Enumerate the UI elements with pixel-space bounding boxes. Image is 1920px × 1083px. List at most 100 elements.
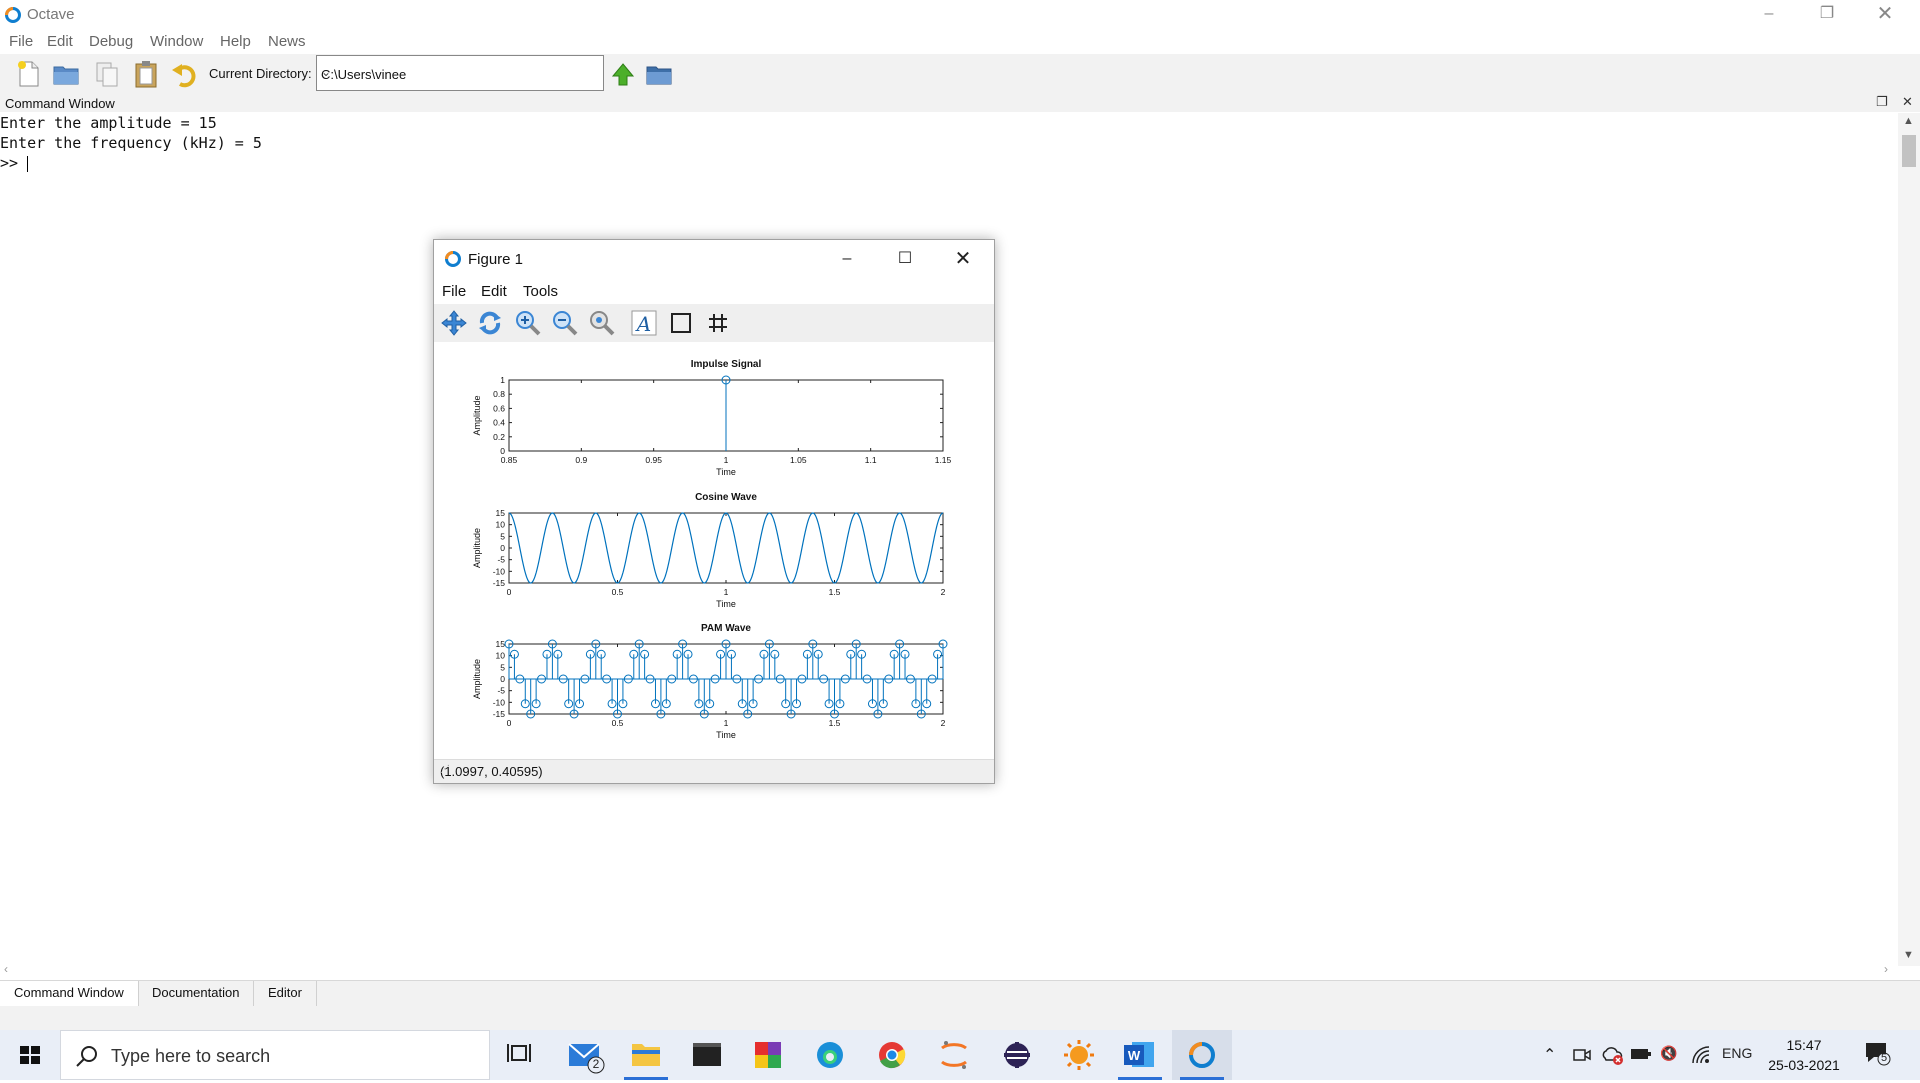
meet-now-icon[interactable] [1572, 1045, 1592, 1065]
scroll-down-icon[interactable]: ▼ [1903, 949, 1914, 961]
y-tick-label: 5 [500, 662, 505, 672]
menu-help[interactable]: Help [220, 33, 251, 50]
battery-icon[interactable] [1630, 1047, 1652, 1061]
close-pane-icon[interactable]: ✕ [1902, 94, 1913, 110]
office-app-icon[interactable] [738, 1030, 798, 1080]
edge-browser-icon[interactable] [800, 1030, 860, 1080]
volume-muted-icon[interactable]: 🔇 [1660, 1045, 1677, 1062]
task-view-icon[interactable] [490, 1030, 550, 1080]
x-axis-label: Time [716, 599, 736, 609]
main-toolbar: Current Directory: C:\Users\vinee ⌄ [0, 54, 1920, 94]
svg-text:W: W [1128, 1048, 1141, 1063]
console-line: Enter the frequency (kHz) = 5 [0, 134, 262, 152]
x-tick-label: 0.95 [645, 455, 662, 465]
figure-close-button[interactable]: ✕ [934, 240, 992, 278]
menu-file[interactable]: File [9, 33, 33, 50]
taskbar-word-app[interactable]: W [1110, 1030, 1170, 1080]
tab-editor[interactable]: Editor [254, 981, 317, 1006]
insert-text-icon[interactable]: A [630, 309, 658, 337]
taskbar-mail-app[interactable]: 2 [556, 1030, 616, 1080]
menu-debug[interactable]: Debug [89, 33, 133, 50]
x-axis-label: Time [716, 467, 736, 477]
tab-documentation[interactable]: Documentation [138, 981, 255, 1006]
undo-icon[interactable] [168, 58, 200, 90]
x-tick-label: 0.85 [501, 455, 518, 465]
browse-folder-icon[interactable] [643, 58, 675, 90]
tab-command-window[interactable]: Command Window [0, 981, 139, 1006]
wifi-icon[interactable] [1690, 1044, 1712, 1066]
clock-time: 15:47 [1786, 1037, 1822, 1053]
figure-toolbar: A [434, 304, 994, 342]
figure-titlebar: Figure 1 – ☐ ✕ [434, 240, 994, 278]
pan-icon[interactable] [440, 309, 468, 337]
figure-maximize-button[interactable]: ☐ [876, 240, 934, 278]
copy-icon[interactable] [91, 58, 123, 90]
taskbar-octave-app[interactable] [1172, 1030, 1232, 1080]
figure-menu-file[interactable]: File [442, 283, 466, 300]
current-directory-select[interactable]: C:\Users\vinee ⌄ [316, 55, 604, 91]
scroll-left-icon[interactable]: ‹ [4, 962, 8, 976]
vertical-scrollbar[interactable]: ▲ ▼ [1898, 113, 1920, 966]
y-tick-label: 0 [500, 446, 505, 456]
figure-title: Figure 1 [468, 251, 524, 268]
grid-icon[interactable] [704, 309, 732, 337]
y-tick-label: -10 [493, 566, 506, 576]
horizontal-scrollbar[interactable]: ‹ › [0, 962, 1898, 978]
paste-icon[interactable] [130, 58, 162, 90]
taskbar-search-box[interactable]: Type here to search [60, 1030, 490, 1080]
auto-zoom-icon[interactable] [588, 309, 616, 337]
resize-grip-icon[interactable]: ⋰ [440, 764, 991, 781]
windows-start-icon[interactable] [0, 1030, 60, 1080]
eclipse-ide-icon[interactable] [987, 1030, 1047, 1080]
menu-window[interactable]: Window [150, 33, 203, 50]
plot-area[interactable]: Impulse Signal 0.85 0.9 0.95 1 1.05 1.1 1.15 0 0.… [436, 342, 992, 762]
taskbar: Type here to search 2 W ⌃ 🔇 ENG 15:47 25… [0, 1030, 1920, 1080]
x-tick-label: 0 [507, 718, 512, 728]
scrollbar-thumb[interactable] [1902, 135, 1916, 167]
console-prompt-line[interactable]: >> [0, 153, 1898, 173]
plot-canvas[interactable]: Impulse Signal0.85 0.9 0.95 1 1.05 1.1 1.1500.… [436, 342, 992, 762]
undock-icon[interactable]: ❐ [1876, 94, 1888, 110]
y-tick-label: -5 [497, 555, 505, 565]
x-tick-label: 1.1 [865, 455, 877, 465]
restore-button[interactable]: ❐ [1798, 0, 1856, 28]
y-tick-label: -15 [493, 709, 506, 719]
new-file-icon[interactable] [12, 58, 44, 90]
app-title: Octave [27, 6, 75, 23]
open-folder-icon[interactable] [50, 58, 82, 90]
scroll-up-icon[interactable]: ▲ [1903, 115, 1914, 127]
zoom-in-icon[interactable] [514, 309, 542, 337]
parent-directory-icon[interactable] [607, 58, 639, 90]
chart-title: Impulse Signal [691, 359, 762, 370]
close-button[interactable]: ✕ [1856, 0, 1914, 28]
chrome-browser-icon[interactable] [862, 1030, 922, 1080]
taskbar-file-explorer[interactable] [616, 1030, 676, 1080]
y-tick-label: 10 [496, 520, 506, 530]
terminal-icon[interactable] [677, 1030, 737, 1080]
menu-edit[interactable]: Edit [47, 33, 73, 50]
chart-title: Cosine Wave [695, 492, 757, 503]
chevron-down-icon[interactable]: ⌄ [321, 65, 597, 79]
x-tick-label: 2 [941, 718, 946, 728]
zoom-out-icon[interactable] [551, 309, 579, 337]
rotate-icon[interactable] [476, 309, 504, 337]
notifications-button[interactable]: 5 [1862, 1040, 1902, 1070]
current-directory-label: Current Directory: [209, 66, 312, 81]
show-hidden-icons-icon[interactable]: ⌃ [1543, 1045, 1556, 1065]
sun-app-icon[interactable] [1049, 1030, 1109, 1080]
taskbar-clock[interactable]: 15:47 25-03-2021 [1755, 1035, 1853, 1075]
search-icon [76, 1046, 97, 1067]
figure-menubar: File Edit Tools [434, 278, 994, 304]
scroll-right-icon[interactable]: › [1884, 962, 1888, 976]
y-tick-label: 0.8 [493, 389, 505, 399]
y-tick-label: 5 [500, 531, 505, 541]
axes-box-icon[interactable] [667, 309, 695, 337]
language-indicator[interactable]: ENG [1722, 1045, 1752, 1061]
figure-menu-tools[interactable]: Tools [523, 283, 558, 300]
jupyter-icon[interactable] [924, 1030, 984, 1080]
menu-news[interactable]: News [268, 33, 306, 50]
minimize-button[interactable]: – [1740, 0, 1798, 28]
figure-minimize-button[interactable]: – [818, 240, 876, 278]
figure-menu-edit[interactable]: Edit [481, 283, 507, 300]
onedrive-error-icon[interactable] [1600, 1044, 1624, 1066]
